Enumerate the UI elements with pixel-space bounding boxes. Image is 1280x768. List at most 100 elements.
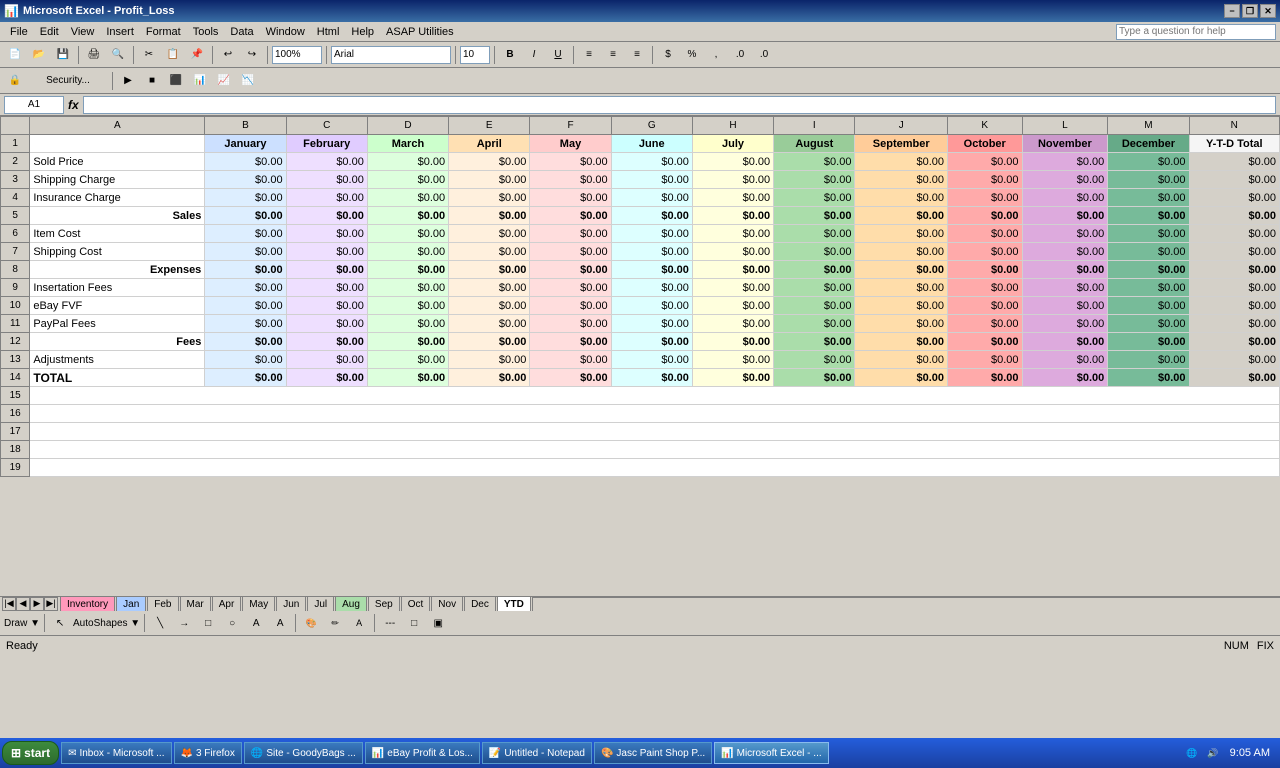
cell-n8[interactable]: $0.00 [1189, 261, 1279, 279]
col-header-k[interactable]: K [948, 117, 1023, 135]
cell-15[interactable] [30, 387, 1280, 405]
cell-n5[interactable]: $0.00 [1189, 207, 1279, 225]
draw-wordart[interactable]: A [269, 612, 291, 634]
close-button[interactable]: ✕ [1260, 4, 1276, 18]
copy-button[interactable]: 📋 [162, 44, 184, 66]
cell-e4[interactable]: $0.00 [449, 189, 530, 207]
tab-sep[interactable]: Sep [368, 597, 400, 611]
cell-i13[interactable]: $0.00 [774, 351, 855, 369]
cell-j7[interactable]: $0.00 [855, 243, 948, 261]
cell-f11[interactable]: $0.00 [530, 315, 611, 333]
cell-k13[interactable]: $0.00 [948, 351, 1023, 369]
cell-c3[interactable]: $0.00 [286, 171, 367, 189]
tab-oct[interactable]: Oct [401, 597, 431, 611]
toolbar-btn4[interactable]: 📊 [189, 70, 211, 92]
cell-i3[interactable]: $0.00 [774, 171, 855, 189]
cell-c14[interactable]: $0.00 [286, 369, 367, 387]
cell-m6[interactable]: $0.00 [1108, 225, 1189, 243]
cell-n11[interactable]: $0.00 [1189, 315, 1279, 333]
cell-k14[interactable]: $0.00 [948, 369, 1023, 387]
cell-d7[interactable]: $0.00 [367, 243, 448, 261]
taskbar-firefox[interactable]: 🦊 3 Firefox [174, 742, 242, 764]
draw-font-color[interactable]: A [348, 612, 370, 634]
cell-k12[interactable]: $0.00 [948, 333, 1023, 351]
cell-n6[interactable]: $0.00 [1189, 225, 1279, 243]
cell-e6[interactable]: $0.00 [449, 225, 530, 243]
cell-n10[interactable]: $0.00 [1189, 297, 1279, 315]
menu-asap[interactable]: ASAP Utilities [380, 24, 460, 40]
cell-d5[interactable]: $0.00 [367, 207, 448, 225]
col-header-b[interactable]: B [205, 117, 286, 135]
open-button[interactable]: 📂 [28, 44, 50, 66]
cell-l2[interactable]: $0.00 [1022, 153, 1108, 171]
cell-g6[interactable]: $0.00 [611, 225, 692, 243]
cell-i9[interactable]: $0.00 [774, 279, 855, 297]
cell-h1[interactable]: July [692, 135, 773, 153]
cell-g4[interactable]: $0.00 [611, 189, 692, 207]
col-header-h[interactable]: H [692, 117, 773, 135]
cell-d10[interactable]: $0.00 [367, 297, 448, 315]
cell-a12[interactable]: Fees [30, 333, 205, 351]
col-header-j[interactable]: J [855, 117, 948, 135]
cell-c6[interactable]: $0.00 [286, 225, 367, 243]
save-button[interactable]: 💾 [52, 44, 74, 66]
undo-button[interactable]: ↩ [217, 44, 239, 66]
cell-h11[interactable]: $0.00 [692, 315, 773, 333]
cell-h10[interactable]: $0.00 [692, 297, 773, 315]
cell-n1[interactable]: Y-T-D Total [1189, 135, 1279, 153]
tab-nav-last[interactable]: ▶| [44, 597, 58, 611]
menu-tools[interactable]: Tools [187, 24, 225, 40]
cell-h9[interactable]: $0.00 [692, 279, 773, 297]
cell-l10[interactable]: $0.00 [1022, 297, 1108, 315]
underline-button[interactable]: U [547, 44, 569, 66]
col-header-l[interactable]: L [1022, 117, 1108, 135]
cell-l1[interactable]: November [1022, 135, 1108, 153]
cell-a9[interactable]: Insertation Fees [30, 279, 205, 297]
cell-b7[interactable]: $0.00 [205, 243, 286, 261]
print-preview-button[interactable]: 🔍 [107, 44, 129, 66]
taskbar-excel[interactable]: 📊 Microsoft Excel - ... [714, 742, 828, 764]
cell-19[interactable] [30, 459, 1280, 477]
col-header-e[interactable]: E [449, 117, 530, 135]
cell-g11[interactable]: $0.00 [611, 315, 692, 333]
cell-d9[interactable]: $0.00 [367, 279, 448, 297]
cell-n13[interactable]: $0.00 [1189, 351, 1279, 369]
cut-button[interactable]: ✂ [138, 44, 160, 66]
taskbar-ebay[interactable]: 📊 eBay Profit & Los... [365, 742, 480, 764]
cell-b6[interactable]: $0.00 [205, 225, 286, 243]
cell-n3[interactable]: $0.00 [1189, 171, 1279, 189]
cell-j2[interactable]: $0.00 [855, 153, 948, 171]
font-size-input[interactable] [460, 46, 490, 64]
cell-f12[interactable]: $0.00 [530, 333, 611, 351]
align-center-button[interactable]: ≡ [602, 44, 624, 66]
cell-i14[interactable]: $0.00 [774, 369, 855, 387]
cell-e12[interactable]: $0.00 [449, 333, 530, 351]
cell-g5[interactable]: $0.00 [611, 207, 692, 225]
cell-k1[interactable]: October [948, 135, 1023, 153]
cell-f8[interactable]: $0.00 [530, 261, 611, 279]
cell-m8[interactable]: $0.00 [1108, 261, 1189, 279]
align-left-button[interactable]: ≡ [578, 44, 600, 66]
cell-c10[interactable]: $0.00 [286, 297, 367, 315]
col-header-g[interactable]: G [611, 117, 692, 135]
cell-j14[interactable]: $0.00 [855, 369, 948, 387]
cell-c1[interactable]: February [286, 135, 367, 153]
cell-e14[interactable]: $0.00 [449, 369, 530, 387]
draw-rect[interactable]: □ [197, 612, 219, 634]
cell-f6[interactable]: $0.00 [530, 225, 611, 243]
draw-arrow[interactable]: → [173, 612, 195, 634]
draw-btn1[interactable]: ↖ [49, 612, 71, 634]
cell-c13[interactable]: $0.00 [286, 351, 367, 369]
cell-a7[interactable]: Shipping Cost [30, 243, 205, 261]
cell-j11[interactable]: $0.00 [855, 315, 948, 333]
toolbar-btn6[interactable]: 📉 [237, 70, 259, 92]
cell-j5[interactable]: $0.00 [855, 207, 948, 225]
dec-dec-button[interactable]: .0 [753, 44, 775, 66]
tab-inventory[interactable]: Inventory [60, 597, 115, 611]
cell-g1[interactable]: June [611, 135, 692, 153]
cell-f1[interactable]: May [530, 135, 611, 153]
cell-e8[interactable]: $0.00 [449, 261, 530, 279]
cell-e7[interactable]: $0.00 [449, 243, 530, 261]
menu-data[interactable]: Data [224, 24, 259, 40]
cell-l3[interactable]: $0.00 [1022, 171, 1108, 189]
